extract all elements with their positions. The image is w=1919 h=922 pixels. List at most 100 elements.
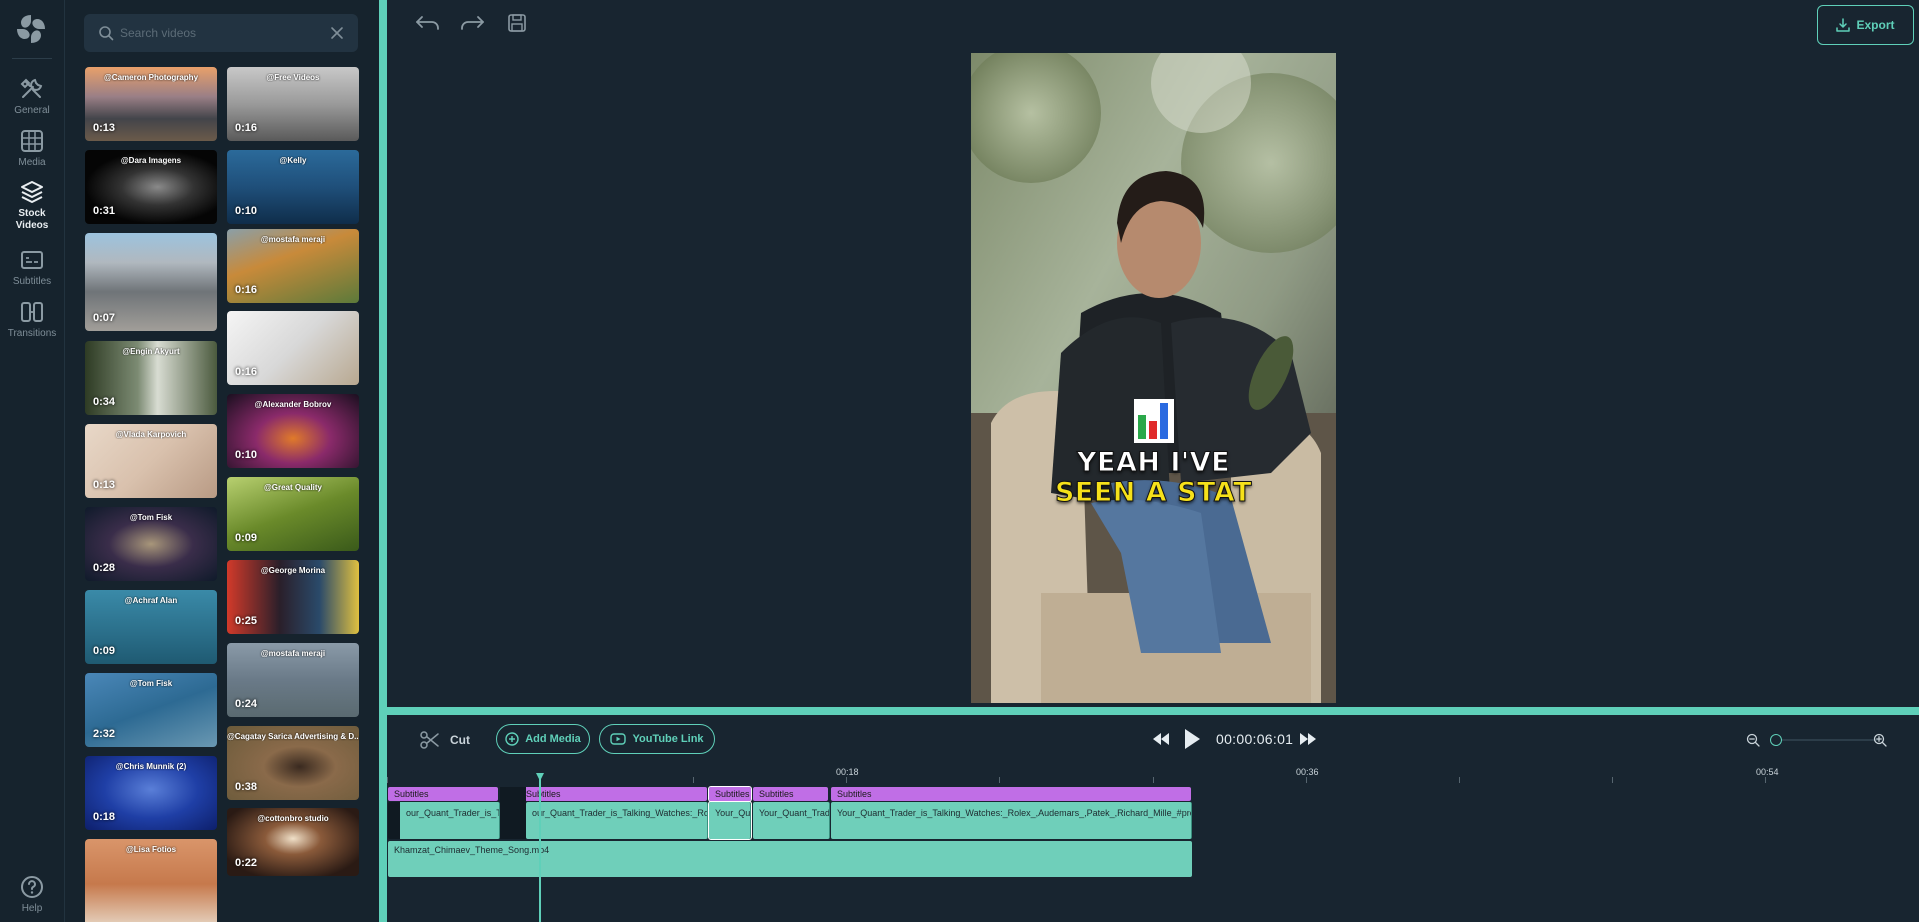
youtube-link-button[interactable]: YouTube Link bbox=[599, 724, 715, 754]
rail-label-subtitles: Subtitles bbox=[12, 276, 52, 287]
help-icon bbox=[21, 876, 43, 898]
rail-label-transitions: Transitions bbox=[7, 328, 57, 339]
zoom-slider-track[interactable] bbox=[1778, 739, 1878, 741]
download-icon bbox=[1836, 18, 1851, 32]
caption-line-2: SEEN A STAT bbox=[1054, 477, 1253, 509]
video-thumbnail[interactable]: @mostafa meraji 0:16 bbox=[227, 229, 359, 303]
rail-item-subtitles[interactable]: Subtitles bbox=[0, 247, 64, 288]
export-button[interactable]: Export bbox=[1817, 5, 1914, 45]
ruler-tick bbox=[1612, 777, 1613, 783]
video-thumbnail[interactable]: 0:16 bbox=[227, 311, 359, 385]
add-circle-icon bbox=[505, 732, 519, 746]
rail-item-transitions[interactable]: Transitions bbox=[0, 299, 64, 340]
video-thumbnail[interactable]: @mostafa meraji 0:24 bbox=[227, 643, 359, 717]
video-duration: 0:18 bbox=[93, 811, 116, 823]
video-thumbnail[interactable]: 0:07 bbox=[85, 233, 217, 331]
undo-button[interactable] bbox=[414, 12, 442, 34]
cut-button[interactable]: Cut bbox=[420, 731, 470, 749]
audio-clip[interactable]: Khamzat_Chimaev_Theme_Song.mp4 bbox=[388, 841, 1192, 877]
rail-label-stock-videos: Stock Videos bbox=[15, 208, 49, 231]
video-author: @Cagatay Sarica Advertising & D... bbox=[227, 732, 359, 741]
video-thumbnail[interactable]: @Tom Fisk 0:28 bbox=[85, 507, 217, 581]
video-thumbnail[interactable]: @Chris Munnik (2) 0:18 bbox=[85, 756, 217, 830]
rail-item-stock-videos[interactable]: Stock Videos bbox=[0, 179, 64, 232]
add-media-button[interactable]: Add Media bbox=[496, 724, 590, 754]
video-preview[interactable]: YEAH I'VE SEEN A STAT bbox=[971, 53, 1336, 703]
rewind-button[interactable] bbox=[1151, 731, 1171, 747]
video-author: @Engin Akyurt bbox=[122, 347, 180, 356]
clear-search-icon[interactable] bbox=[330, 26, 344, 40]
subtitle-clip[interactable]: Subtitles bbox=[831, 787, 1191, 801]
video-author: @Alexander Bobrov bbox=[254, 400, 332, 409]
play-button[interactable] bbox=[1182, 727, 1202, 751]
video-thumbnail[interactable]: @Vlada Karpovich 0:13 bbox=[85, 424, 217, 498]
zoom-slider-knob[interactable] bbox=[1770, 734, 1782, 746]
rail-item-general[interactable]: General bbox=[0, 76, 64, 117]
editor-app: General Media Stock Videos Subtitles Tra… bbox=[0, 0, 1919, 922]
video-duration: 0:38 bbox=[235, 781, 258, 793]
undo-icon bbox=[416, 16, 439, 30]
stock-videos-panel: @Cameron Photography 0:13 @Dara Imagens … bbox=[65, 0, 375, 922]
video-thumbnail[interactable]: @Achraf Alan 0:09 bbox=[85, 590, 217, 664]
ruler-label: 00:18 bbox=[836, 767, 859, 777]
video-duration: 0:28 bbox=[93, 562, 116, 574]
video-thumbnail[interactable]: @Cameron Photography 0:13 bbox=[85, 67, 217, 141]
app-logo-icon[interactable] bbox=[14, 12, 48, 46]
rail-label-help: Help bbox=[21, 903, 43, 914]
video-thumbnail[interactable]: @Kelly 0:10 bbox=[227, 150, 359, 224]
video-duration: 0:10 bbox=[235, 449, 258, 461]
subtitle-clip[interactable]: Subtitles bbox=[753, 787, 828, 801]
video-clip[interactable]: Your_Qua bbox=[708, 801, 752, 840]
zoom-out-button[interactable] bbox=[1746, 733, 1760, 747]
subtitles-icon bbox=[21, 251, 43, 269]
fast-forward-button[interactable] bbox=[1298, 731, 1318, 747]
search-input[interactable] bbox=[120, 26, 330, 40]
video-duration: 2:32 bbox=[93, 728, 116, 740]
video-author: @Vlada Karpovich bbox=[115, 430, 187, 439]
ruler-label: 00:36 bbox=[1296, 767, 1319, 777]
video-duration: 0:07 bbox=[93, 312, 116, 324]
timeline-top-bar bbox=[387, 707, 1919, 715]
ruler-tick bbox=[1459, 777, 1460, 783]
video-author: @Kelly bbox=[279, 156, 307, 165]
video-thumbnail[interactable]: @Great Quality 0:09 bbox=[227, 477, 359, 551]
rail-item-help[interactable]: Help bbox=[0, 874, 64, 915]
video-thumbnail[interactable]: @Lisa Fotios bbox=[85, 839, 217, 922]
video-thumbnail[interactable]: @Alexander Bobrov 0:10 bbox=[227, 394, 359, 468]
rail-item-media[interactable]: Media bbox=[0, 128, 64, 169]
zoom-in-icon bbox=[1873, 733, 1887, 747]
video-thumbnail[interactable]: @Dara Imagens 0:31 bbox=[85, 150, 217, 224]
video-clip[interactable]: our_Quant_Trader_is_Talking_Watches:_Rol… bbox=[526, 802, 708, 839]
video-thumbnail[interactable]: @cottonbro studio 0:22 bbox=[227, 808, 359, 876]
video-duration: 0:10 bbox=[235, 205, 258, 217]
video-thumbnail[interactable]: @George Morina 0:25 bbox=[227, 560, 359, 634]
video-author: @Chris Munnik (2) bbox=[115, 762, 187, 771]
video-thumbnail[interactable]: @Cagatay Sarica Advertising & D... 0:38 bbox=[227, 726, 359, 800]
save-button[interactable] bbox=[503, 12, 531, 34]
subtitle-clip[interactable]: Subtitles bbox=[520, 787, 707, 801]
video-clip[interactable]: Your_Quant_Trader_is_Talking_Watches:_Ro… bbox=[831, 802, 1192, 839]
fast-forward-icon bbox=[1300, 733, 1316, 745]
video-clip[interactable]: Your_Quant_Trade bbox=[753, 802, 830, 839]
playhead[interactable] bbox=[539, 773, 541, 922]
video-clip[interactable]: our_Quant_Trader_is_Talking bbox=[388, 802, 500, 839]
ruler-tick bbox=[1765, 777, 1766, 783]
rail-label-general: General bbox=[14, 105, 50, 116]
ruler-tick bbox=[387, 777, 388, 783]
transitions-icon bbox=[21, 302, 43, 322]
clip-gap bbox=[500, 787, 526, 839]
video-thumbnail[interactable]: @Free Videos 0:16 bbox=[227, 67, 359, 141]
layers-icon bbox=[21, 181, 43, 203]
video-author: @Dara Imagens bbox=[120, 156, 182, 165]
video-thumbnail[interactable]: @Tom Fisk 2:32 bbox=[85, 673, 217, 747]
redo-button[interactable] bbox=[458, 12, 486, 34]
tools-icon bbox=[20, 78, 43, 98]
video-author: @George Morina bbox=[260, 566, 326, 575]
rail-divider bbox=[12, 58, 52, 59]
panel-resize-handle[interactable] bbox=[379, 0, 387, 922]
ruler-label: 00:54 bbox=[1756, 767, 1779, 777]
zoom-in-button[interactable] bbox=[1873, 733, 1887, 747]
subtitle-clip[interactable]: Subtitles bbox=[708, 786, 752, 802]
subtitle-clip[interactable]: Subtitles bbox=[388, 787, 498, 801]
video-thumbnail[interactable]: @Engin Akyurt 0:34 bbox=[85, 341, 217, 415]
